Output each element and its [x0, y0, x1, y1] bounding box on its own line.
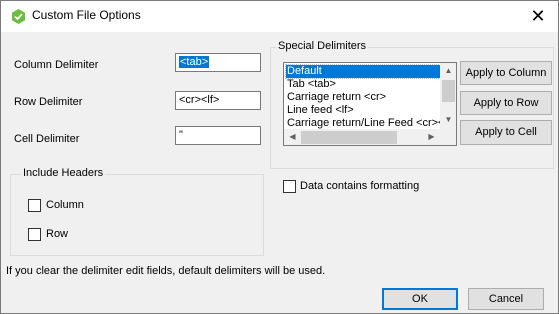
list-item-tab[interactable]: Tab <tab> — [286, 78, 442, 91]
vertical-scroll-thumb[interactable] — [442, 80, 455, 102]
row-header-label[interactable]: Row — [46, 228, 68, 240]
dialog-body: Column Delimiter <tab> Row Delimiter <cr… — [1, 32, 558, 313]
column-header-label[interactable]: Column — [46, 199, 84, 211]
include-headers-group — [10, 174, 264, 256]
data-formatting-label[interactable]: Data contains formatting — [300, 180, 419, 192]
cell-delimiter-field[interactable]: " — [175, 126, 261, 145]
scroll-right-icon[interactable]: ▶ — [423, 132, 440, 141]
ok-button[interactable]: OK — [382, 288, 458, 310]
cancel-button[interactable]: Cancel — [468, 288, 544, 310]
cell-delimiter-label: Cell Delimiter — [14, 133, 80, 145]
list-item-default[interactable]: Default — [285, 64, 443, 79]
horizontal-scrollbar[interactable]: ◀ ▶ — [284, 129, 440, 145]
close-icon[interactable]: ✕ — [520, 2, 556, 30]
cell-delimiter-value: " — [179, 129, 183, 141]
row-delimiter-field[interactable]: <cr><lf> — [175, 91, 261, 110]
list-item-line-feed[interactable]: Line feed <lf> — [286, 104, 442, 117]
apply-to-cell-button[interactable]: Apply to Cell — [460, 120, 552, 145]
horizontal-scroll-thumb[interactable] — [301, 131, 397, 144]
scroll-up-icon[interactable]: ▲ — [440, 66, 456, 75]
row-header-checkbox[interactable] — [28, 228, 41, 241]
apply-to-column-button[interactable]: Apply to Column — [460, 61, 552, 85]
include-headers-title: Include Headers — [21, 167, 106, 179]
data-formatting-checkbox[interactable] — [283, 180, 296, 193]
vertical-scrollbar[interactable]: ▲ ▼ — [440, 63, 456, 129]
footer-note: If you clear the delimiter edit fields, … — [6, 265, 326, 277]
column-header-checkbox[interactable] — [28, 199, 41, 212]
column-delimiter-value: <tab> — [179, 56, 210, 68]
special-delimiters-list[interactable]: Default Tab <tab> Carriage return <cr> L… — [283, 62, 457, 146]
scroll-left-icon[interactable]: ◀ — [284, 132, 301, 141]
special-delimiters-title: Special Delimiters — [276, 40, 369, 52]
list-item-carriage-return[interactable]: Carriage return <cr> — [286, 91, 442, 104]
scroll-corner — [440, 129, 456, 145]
column-delimiter-field[interactable]: <tab> — [175, 53, 261, 72]
title-bar[interactable]: Custom File Options ✕ — [0, 0, 559, 32]
window-title: Custom File Options — [32, 8, 141, 22]
scroll-down-icon[interactable]: ▼ — [440, 115, 456, 124]
app-logo-icon — [12, 9, 25, 24]
apply-to-row-button[interactable]: Apply to Row — [460, 91, 552, 115]
row-delimiter-value: <cr><lf> — [179, 94, 220, 106]
row-delimiter-label: Row Delimiter — [14, 96, 83, 108]
column-delimiter-label: Column Delimiter — [14, 59, 99, 71]
